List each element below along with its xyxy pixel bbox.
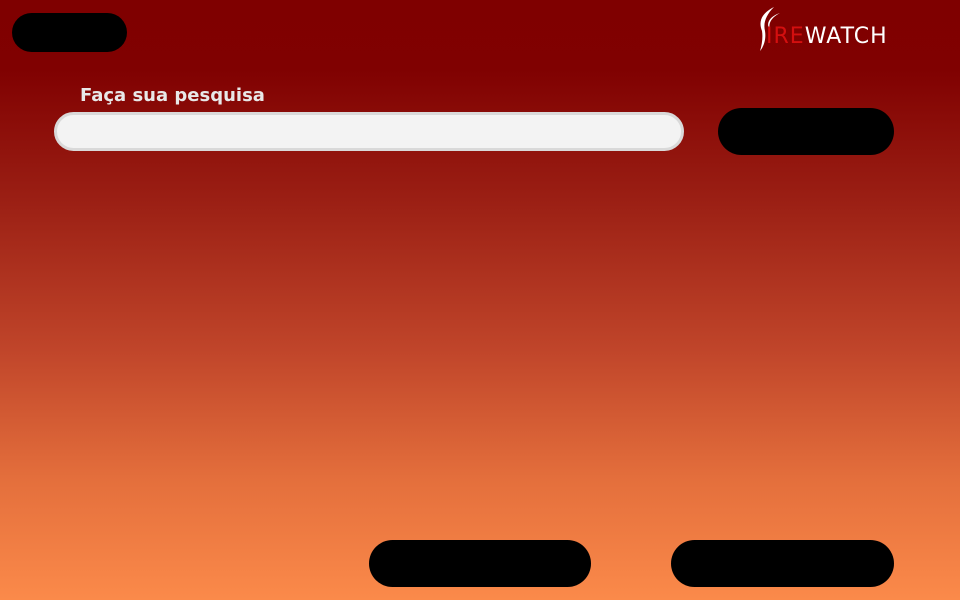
logo-text-prefix: IRE <box>766 24 805 49</box>
bottom-left-button[interactable] <box>369 540 591 587</box>
search-button[interactable] <box>718 108 894 155</box>
search-input[interactable] <box>54 112 684 151</box>
logo-wordmark: IREWATCH <box>766 24 888 49</box>
firewatch-logo: IREWATCH <box>754 5 944 53</box>
search-label: Faça sua pesquisa <box>80 85 265 106</box>
bottom-right-button[interactable] <box>671 540 894 587</box>
top-left-button[interactable] <box>12 13 127 52</box>
logo-text-suffix: WATCH <box>804 24 888 49</box>
